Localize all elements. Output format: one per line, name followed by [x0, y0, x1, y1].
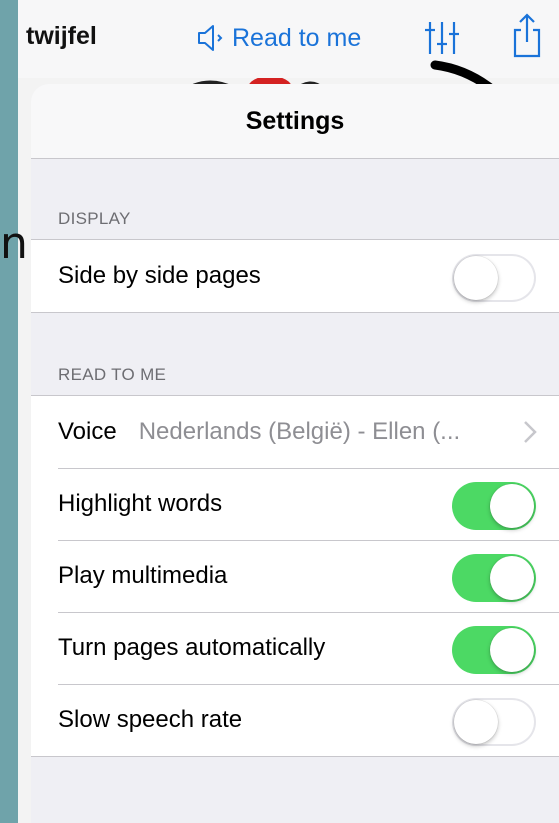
row-label: Voice [58, 418, 117, 445]
section-header-read-to-me: READ TO ME [58, 365, 167, 384]
row-label: Highlight words [58, 490, 223, 517]
turn-pages-automatically-toggle[interactable] [452, 626, 536, 674]
highlight-words-toggle[interactable] [452, 482, 536, 530]
read-to-me-button[interactable]: Read to me [196, 20, 361, 56]
sliders-icon[interactable] [422, 18, 462, 58]
row-label: Play multimedia [58, 562, 228, 589]
slow-speech-rate-row[interactable]: Slow speech rate [31, 684, 559, 756]
reader-toolbar: twijfel Read to me [18, 0, 559, 78]
toggle-knob [454, 700, 498, 744]
play-multimedia-row[interactable]: Play multimedia [31, 540, 559, 612]
read-to-me-label: Read to me [232, 23, 362, 52]
voice-value: Nederlands (België) - Ellen (... [138, 418, 461, 445]
side-by-side-pages-toggle[interactable] [452, 254, 536, 302]
row-label: Side by side pages [58, 262, 261, 289]
voice-row[interactable]: Voice Nederlands (België) - Ellen (... [31, 396, 559, 468]
toggle-knob [490, 484, 534, 528]
row-label: Turn pages automatically [58, 634, 326, 661]
settings-title: Settings [245, 106, 345, 135]
display-group: Side by side pages [31, 239, 559, 313]
book-title: twijfel [26, 22, 97, 50]
section-header-display: DISPLAY [58, 209, 131, 228]
settings-popover: Settings DISPLAY Side by side pages READ… [31, 84, 559, 823]
side-by-side-pages-row[interactable]: Side by side pages [31, 240, 559, 312]
turn-pages-automatically-row[interactable]: Turn pages automatically [31, 612, 559, 684]
read-to-me-group: Voice Nederlands (België) - Ellen (... H… [31, 395, 559, 757]
toggle-knob [490, 556, 534, 600]
slow-speech-rate-toggle[interactable] [452, 698, 536, 746]
play-multimedia-toggle[interactable] [452, 554, 536, 602]
toggle-knob [454, 256, 498, 300]
toggle-knob [490, 628, 534, 672]
settings-header: Settings [31, 84, 559, 159]
speaker-icon [198, 25, 223, 51]
chevron-right-icon [524, 421, 537, 443]
row-label: Slow speech rate [58, 706, 243, 733]
book-text-fragment: n [0, 218, 28, 269]
share-icon[interactable] [512, 12, 542, 58]
highlight-words-row[interactable]: Highlight words [31, 468, 559, 540]
